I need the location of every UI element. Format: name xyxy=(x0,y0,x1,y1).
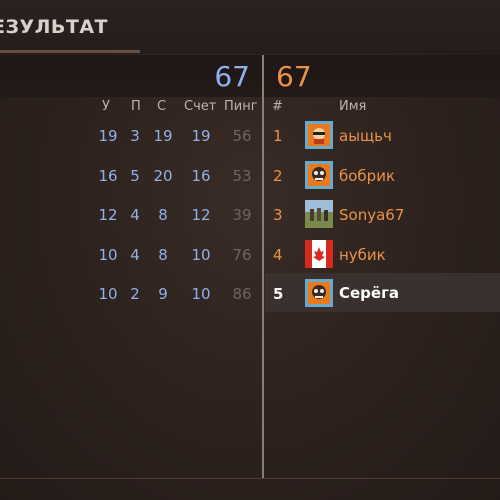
stat-p: 2 xyxy=(130,285,140,303)
player-name[interactable]: Серёга xyxy=(339,284,399,302)
left-team-score: 67 xyxy=(214,60,250,93)
stat-score: 16 xyxy=(191,167,211,185)
stat-u: 12 xyxy=(98,206,118,224)
column-header-ping: Пинг xyxy=(224,99,258,114)
stat-u: 10 xyxy=(98,246,118,264)
stat-p: 5 xyxy=(130,167,140,185)
player-rank: 1 xyxy=(273,127,283,145)
screen-title: ЕЗУЛЬТАТ xyxy=(0,16,109,38)
photo-avatar[interactable] xyxy=(305,200,333,228)
stat-score: 10 xyxy=(191,246,211,264)
player-rank: 2 xyxy=(273,167,283,185)
stat-ping: 86 xyxy=(232,285,252,303)
column-header-rank: # xyxy=(272,99,283,114)
canada-flag-avatar[interactable] xyxy=(305,240,333,268)
stat-ping: 56 xyxy=(232,127,252,145)
stat-u: 10 xyxy=(98,285,118,303)
stat-p: 4 xyxy=(130,246,140,264)
stat-u: 19 xyxy=(98,127,118,145)
bottom-border xyxy=(0,478,500,479)
stat-s: 8 xyxy=(158,246,168,264)
stat-ping: 53 xyxy=(232,167,252,185)
player-rank: 3 xyxy=(273,206,283,224)
column-header-u: У xyxy=(102,99,110,114)
player-name[interactable]: бобрик xyxy=(339,167,395,185)
stat-s: 9 xyxy=(158,285,168,303)
stat-score: 19 xyxy=(191,127,211,145)
orange-character-avatar[interactable] xyxy=(305,121,333,149)
stat-u: 16 xyxy=(98,167,118,185)
player-name[interactable]: нубик xyxy=(339,246,386,264)
team-divider xyxy=(262,55,264,479)
stat-s: 19 xyxy=(153,127,173,145)
player-name[interactable]: Sonya67 xyxy=(339,206,404,224)
score-header-band xyxy=(0,55,500,97)
stat-s: 20 xyxy=(153,167,173,185)
title-underline xyxy=(0,50,140,53)
stat-ping: 39 xyxy=(232,206,252,224)
stat-p: 3 xyxy=(130,127,140,145)
stat-score: 12 xyxy=(191,206,211,224)
orange-character-avatar[interactable] xyxy=(305,279,333,307)
column-header-name: Имя xyxy=(339,99,367,114)
player-name[interactable]: аыщьч xyxy=(339,127,392,145)
right-team-score: 67 xyxy=(276,60,312,93)
column-header-score: Счет xyxy=(184,99,217,114)
stat-ping: 76 xyxy=(232,246,252,264)
column-header-s: С xyxy=(157,99,167,114)
stat-score: 10 xyxy=(191,285,211,303)
stat-p: 4 xyxy=(130,206,140,224)
player-rank: 4 xyxy=(273,246,283,264)
player-rank: 5 xyxy=(273,285,284,303)
stat-s: 8 xyxy=(158,206,168,224)
column-header-p: П xyxy=(131,99,141,114)
orange-character-avatar[interactable] xyxy=(305,161,333,189)
